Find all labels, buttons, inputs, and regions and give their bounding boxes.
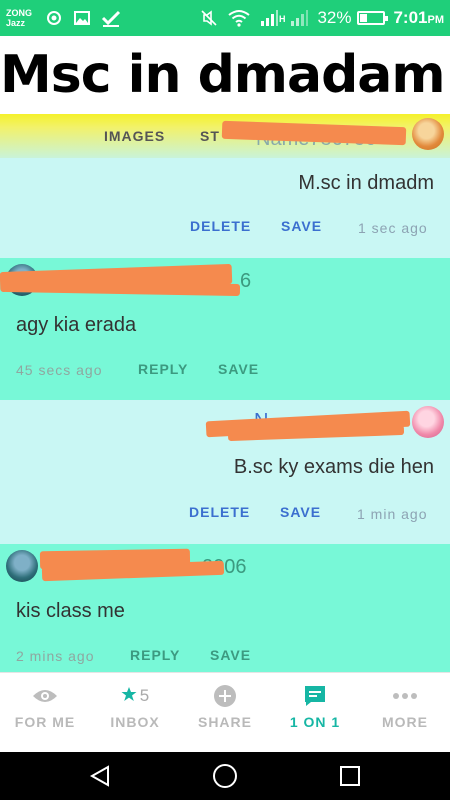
tab-stream[interactable]: ST xyxy=(200,128,220,144)
reply-button[interactable]: REPLY xyxy=(130,647,180,663)
check-icon xyxy=(101,9,121,27)
carrier-name: ZONG xyxy=(6,8,32,18)
save-button[interactable]: SAVE xyxy=(280,504,321,520)
system-nav-bar xyxy=(0,752,450,800)
avatar[interactable] xyxy=(412,406,444,438)
nav-label: MORE xyxy=(382,714,428,730)
message-time: 45 secs ago xyxy=(16,362,103,378)
delete-button[interactable]: DELETE xyxy=(189,504,250,520)
status-right-group: H 32% 7:01PM xyxy=(195,8,444,28)
plus-circle-icon xyxy=(180,683,270,709)
delete-button[interactable]: DELETE xyxy=(190,218,251,234)
clock-time: 7:01 xyxy=(393,8,428,27)
message-card: N B.sc ky exams die hen DELETE SAVE 1 mi… xyxy=(0,400,450,544)
reply-button[interactable]: REPLY xyxy=(138,361,188,377)
save-button[interactable]: SAVE xyxy=(210,647,251,663)
nav-label: FOR ME xyxy=(14,714,76,730)
avatar[interactable] xyxy=(6,550,38,582)
battery-icon xyxy=(357,11,389,25)
nav-1-on-1[interactable]: 1 ON 1 xyxy=(270,673,360,753)
sender-name: 6 xyxy=(240,270,252,292)
save-button[interactable]: SAVE xyxy=(281,218,322,234)
inbox-badge: 5 xyxy=(90,683,180,709)
avatar[interactable] xyxy=(412,118,444,150)
status-bar: ZONG Jazz H 32% 7:01PM xyxy=(0,0,450,36)
inbox-count: 5 xyxy=(139,686,150,705)
star-icon xyxy=(121,686,137,707)
redaction-mark xyxy=(221,120,407,146)
nav-inbox[interactable]: 5 INBOX xyxy=(90,673,180,753)
signal-icon xyxy=(290,9,309,27)
message-text: B.sc ky exams die hen xyxy=(233,456,434,478)
overlay-title: Msc in dmadam xyxy=(0,36,450,114)
carrier-sub-name: Jazz xyxy=(6,18,26,28)
nav-label: SHARE xyxy=(197,714,252,730)
recent-apps-icon[interactable] xyxy=(336,762,364,790)
signal-icon xyxy=(260,9,278,27)
nav-share[interactable]: SHARE xyxy=(180,673,270,753)
message-card: M.sc in dmadm DELETE SAVE 1 sec ago xyxy=(0,158,450,258)
top-tab-bar: IMAGES ST Name786786 xyxy=(0,114,450,158)
back-icon[interactable] xyxy=(86,762,114,790)
message-card: 6 agy kia erada 45 secs ago REPLY SAVE xyxy=(0,258,450,400)
nav-label: 1 ON 1 xyxy=(289,714,341,730)
nav-more[interactable]: MORE xyxy=(360,673,450,753)
nav-label: INBOX xyxy=(110,714,160,730)
battery-percent: 32% xyxy=(317,8,352,27)
chat-icon xyxy=(270,683,360,709)
mute-icon xyxy=(200,9,218,27)
image-icon xyxy=(73,9,91,27)
save-button[interactable]: SAVE xyxy=(218,361,259,377)
wifi-icon xyxy=(228,9,250,27)
message-time: 1 min ago xyxy=(357,506,428,522)
message-text: agy kia erada xyxy=(16,314,137,336)
clock-ampm: PM xyxy=(427,14,445,26)
more-dots-icon xyxy=(360,683,450,709)
home-icon[interactable] xyxy=(211,762,239,790)
eye-icon xyxy=(0,683,90,709)
network-type-label: H xyxy=(278,14,286,24)
bottom-nav: FOR ME 5 INBOX SHARE 1 ON 1 MORE xyxy=(0,672,450,752)
tab-images[interactable]: IMAGES xyxy=(104,128,165,144)
nav-for-me[interactable]: FOR ME xyxy=(0,673,90,753)
location-target-icon xyxy=(45,9,63,27)
carrier-label: ZONG Jazz xyxy=(6,8,40,28)
message-text: kis class me xyxy=(16,600,125,622)
message-time: 2 mins ago xyxy=(16,648,95,664)
clock: 7:01PM xyxy=(393,8,444,28)
message-card: 2006 kis class me 2 mins ago REPLY SAVE xyxy=(0,544,450,672)
message-text: M.sc in dmadm xyxy=(298,172,434,194)
message-time: 1 sec ago xyxy=(358,220,428,236)
